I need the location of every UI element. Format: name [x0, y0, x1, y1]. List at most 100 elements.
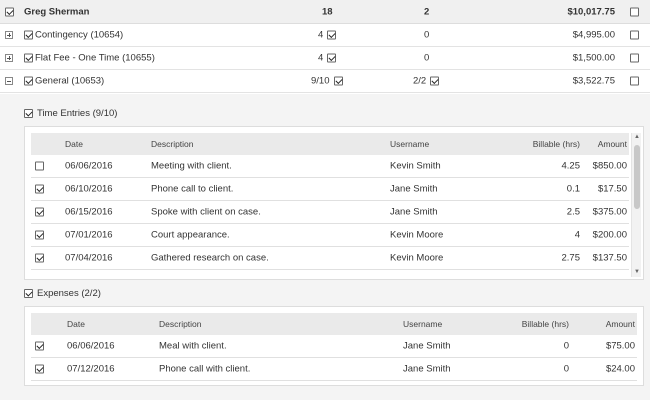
expand-plus-icon[interactable] [5, 54, 13, 62]
row-checkbox[interactable] [35, 207, 44, 217]
matter-expense-count: 0 [424, 52, 430, 64]
matter-expense-count: 2/2 [413, 75, 427, 87]
row-checkbox[interactable] [35, 341, 44, 351]
row-amount: $17.50 [597, 183, 627, 195]
client-count: 18 [322, 6, 333, 17]
row-amount: $375.00 [592, 206, 627, 218]
table-row: 06/06/2016 Meeting with client. Kevin Sm… [31, 155, 629, 178]
row-amount: $75.00 [605, 340, 635, 352]
expenses-title: Expenses (2/2) [37, 287, 101, 299]
row-username: Kevin Moore [390, 229, 444, 241]
matter-amount: $4,995.00 [572, 29, 615, 41]
matter-amount: $1,500.00 [572, 52, 615, 64]
row-date: 07/12/2016 [67, 363, 115, 375]
matter-amount: $3,522.75 [572, 75, 615, 87]
matter-checkbox[interactable] [24, 76, 33, 86]
column-header-date: Date [65, 139, 83, 149]
matter-time-checkbox[interactable] [327, 30, 336, 40]
time-entries-scrollbar[interactable]: ▲ ▼ [631, 133, 641, 277]
client-select-checkbox[interactable] [630, 7, 639, 16]
row-date: 07/04/2016 [65, 252, 113, 264]
matter-expense-count: 0 [424, 29, 430, 41]
time-entries-header: Time Entries (9/10) [24, 106, 117, 120]
matter-label: General (10653) [35, 75, 105, 87]
row-description: Gathered research on case. [151, 252, 269, 264]
row-checkbox[interactable] [35, 364, 44, 374]
matter-time-checkbox[interactable] [334, 76, 343, 86]
column-header-description: Description [159, 319, 202, 329]
column-header-date: Date [67, 319, 85, 329]
column-header-billable: Billable (hrs) [532, 139, 580, 149]
time-entries-title: Time Entries (9/10) [37, 107, 118, 119]
row-description: Phone call to client. [151, 183, 234, 195]
matter-time-count: 4 [318, 52, 324, 64]
time-entries-grid-header: Date Description Username Billable (hrs)… [31, 133, 629, 155]
matter-select-checkbox[interactable] [630, 30, 639, 40]
row-checkbox[interactable] [35, 184, 44, 194]
client-count2: 2 [424, 6, 430, 17]
matter-label: Flat Fee - One Time (10655) [35, 52, 155, 64]
client-row: Greg Sherman 18 2 $10,017.75 [0, 0, 650, 24]
expand-plus-icon[interactable] [5, 31, 13, 39]
scroll-up-icon[interactable]: ▲ [632, 133, 642, 142]
column-header-description: Description [151, 139, 194, 149]
row-checkbox[interactable] [35, 230, 44, 240]
row-username: Kevin Moore [390, 252, 444, 264]
client-checkbox[interactable] [5, 7, 14, 16]
matter-detail-panel: Time Entries (9/10) Date Description Use… [0, 94, 650, 400]
row-username: Jane Smith [390, 183, 438, 195]
table-row: 06/06/2016 Meal with client. Jane Smith … [31, 335, 637, 358]
expenses-grid-header: Date Description Username Billable (hrs)… [31, 313, 637, 335]
matter-select-checkbox[interactable] [630, 76, 639, 86]
row-date: 07/01/2016 [65, 229, 113, 241]
column-header-amount: Amount [605, 319, 635, 329]
row-date: 06/15/2016 [65, 206, 113, 218]
matter-time-count: 9/10 [311, 75, 330, 87]
table-row: 07/12/2016 Phone call with client. Jane … [31, 358, 637, 381]
matter-time-checkbox[interactable] [327, 53, 336, 63]
matter-select-checkbox[interactable] [630, 53, 639, 63]
row-date: 06/06/2016 [65, 160, 113, 172]
matter-row: General (10653) 9/10 2/2 $3,522.75 [0, 70, 650, 93]
scroll-down-icon[interactable]: ▼ [632, 268, 642, 277]
client-amount: $10,017.75 [567, 6, 615, 17]
matter-label: Contingency (10654) [35, 29, 124, 41]
matter-checkbox[interactable] [24, 53, 33, 63]
row-amount: $850.00 [592, 160, 627, 172]
row-description: Phone call with client. [159, 363, 251, 375]
client-name: Greg Sherman [24, 6, 90, 17]
row-checkbox[interactable] [35, 161, 44, 171]
row-description: Spoke with client on case. [151, 206, 261, 218]
column-header-username: Username [403, 319, 443, 329]
collapse-minus-icon[interactable] [5, 77, 13, 85]
row-billable: 0 [563, 363, 569, 375]
scroll-thumb[interactable] [634, 145, 640, 209]
matter-checkbox[interactable] [24, 30, 33, 40]
time-entries-grid: Date Description Username Billable (hrs)… [24, 126, 644, 280]
matter-time-count: 4 [318, 29, 324, 41]
matter-row: Flat Fee - One Time (10655) 4 0 $1,500.0… [0, 47, 650, 70]
time-entries-checkbox[interactable] [24, 108, 33, 118]
expenses-checkbox[interactable] [24, 288, 33, 298]
row-amount: $200.00 [592, 229, 627, 241]
row-username: Jane Smith [403, 340, 451, 352]
column-header-amount: Amount [597, 139, 627, 149]
row-billable: 2.5 [566, 206, 580, 218]
table-row: 06/10/2016 Phone call to client. Jane Sm… [31, 178, 629, 201]
row-billable: 0 [563, 340, 569, 352]
row-description: Court appearance. [151, 229, 230, 241]
row-username: Jane Smith [390, 206, 438, 218]
matter-expense-checkbox[interactable] [430, 76, 439, 86]
row-date: 06/10/2016 [65, 183, 113, 195]
row-date: 06/06/2016 [67, 340, 115, 352]
row-billable: 0.1 [566, 183, 580, 195]
row-checkbox[interactable] [35, 253, 44, 263]
table-row: 07/04/2016 Gathered research on case. Ke… [31, 247, 629, 270]
row-amount: $24.00 [605, 363, 635, 375]
table-row: 06/15/2016 Spoke with client on case. Ja… [31, 201, 629, 224]
row-username: Kevin Smith [390, 160, 441, 172]
row-billable: 4 [574, 229, 580, 241]
table-row: 07/01/2016 Court appearance. Kevin Moore… [31, 224, 629, 247]
row-amount: $137.50 [592, 252, 627, 264]
row-description: Meeting with client. [151, 160, 232, 172]
